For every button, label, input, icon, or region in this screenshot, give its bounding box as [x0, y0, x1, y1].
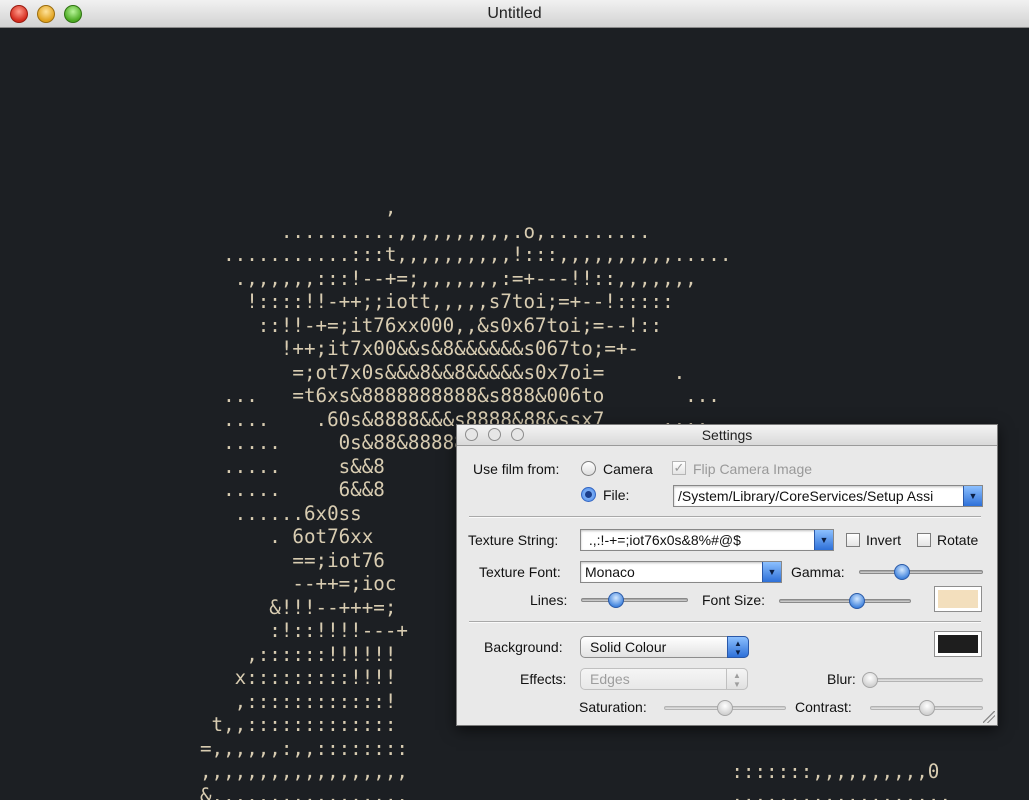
saturation-label: Saturation:: [579, 699, 647, 715]
invert-label[interactable]: Invert: [866, 532, 901, 548]
resize-grip-icon[interactable]: [983, 711, 995, 723]
gamma-slider-knob[interactable]: [894, 564, 911, 580]
blur-slider-knob[interactable]: [862, 672, 878, 688]
file-path-dropdown-button[interactable]: ▼: [963, 486, 982, 506]
settings-titlebar[interactable]: Settings: [457, 425, 997, 446]
effects-label: Effects:: [520, 671, 567, 687]
texture-font-label: Texture Font:: [479, 564, 561, 580]
text-color-fill: [938, 590, 978, 608]
invert-checkbox[interactable]: [846, 533, 860, 547]
gamma-label: Gamma:: [791, 564, 845, 580]
blur-slider[interactable]: [862, 672, 983, 688]
flip-camera-label: Flip Camera Image: [693, 461, 813, 477]
texture-string-dropdown-button[interactable]: ▼: [814, 530, 833, 550]
saturation-slider[interactable]: [664, 700, 786, 716]
blur-label: Blur:: [827, 671, 856, 687]
texture-font-value: Monaco: [585, 564, 635, 580]
window-titlebar: Untitled: [0, 0, 1029, 28]
camera-radio[interactable]: [581, 461, 596, 476]
contrast-slider-knob[interactable]: [918, 700, 935, 716]
saturation-slider-knob[interactable]: [717, 700, 733, 716]
font-size-slider-knob[interactable]: [848, 593, 865, 609]
blur-slider-track: [870, 678, 983, 682]
camera-label[interactable]: Camera: [603, 461, 653, 477]
effects-popup-arrows-icon: ▲ ▼: [726, 668, 748, 690]
background-label: Background:: [484, 639, 563, 655]
settings-panel: Settings Use film from: Camera ✓ Flip Ca…: [456, 424, 998, 726]
contrast-slider[interactable]: [870, 700, 983, 716]
font-size-slider[interactable]: [779, 593, 911, 609]
file-path-combo[interactable]: /System/Library/CoreServices/Setup Assi …: [673, 485, 983, 507]
texture-string-value: .,:!-+=;iot76x0s&8%#@$: [585, 532, 741, 548]
window-title: Untitled: [487, 5, 542, 22]
text-color-well[interactable]: [934, 586, 982, 612]
lines-slider[interactable]: [581, 592, 688, 608]
font-size-label: Font Size:: [702, 592, 766, 608]
separator-1: [469, 516, 981, 518]
file-label[interactable]: File:: [603, 487, 629, 503]
lines-slider-knob[interactable]: [608, 592, 625, 608]
background-popup[interactable]: Solid Colour ▲ ▼: [580, 636, 749, 658]
gamma-slider[interactable]: [859, 564, 983, 580]
background-value: Solid Colour: [590, 639, 667, 655]
separator-2: [469, 621, 981, 623]
background-color-fill: [938, 635, 978, 653]
file-path-value: /System/Library/CoreServices/Setup Assi: [678, 488, 934, 504]
settings-title: Settings: [701, 427, 753, 443]
background-popup-arrows-icon: ▲ ▼: [727, 636, 749, 658]
file-radio[interactable]: [581, 487, 596, 502]
flip-camera-checkbox[interactable]: ✓: [672, 461, 686, 475]
use-film-from-label: Use film from:: [473, 461, 560, 477]
lines-label: Lines:: [530, 592, 568, 608]
texture-font-combo[interactable]: Monaco ▼: [580, 561, 782, 583]
rotate-checkbox[interactable]: [917, 533, 931, 547]
texture-string-combo[interactable]: .,:!-+=;iot76x0s&8%#@$ ▼: [580, 529, 834, 551]
font-size-slider-track: [779, 599, 911, 603]
lines-slider-track: [581, 598, 688, 602]
contrast-label: Contrast:: [795, 699, 852, 715]
gamma-slider-track: [859, 570, 983, 574]
background-color-well[interactable]: [934, 631, 982, 657]
effects-value: Edges: [590, 671, 630, 687]
texture-font-dropdown-button[interactable]: ▼: [762, 562, 781, 582]
texture-string-label: Texture String:: [468, 532, 559, 548]
effects-popup[interactable]: Edges ▲ ▼: [580, 668, 748, 690]
rotate-label[interactable]: Rotate: [937, 532, 978, 548]
